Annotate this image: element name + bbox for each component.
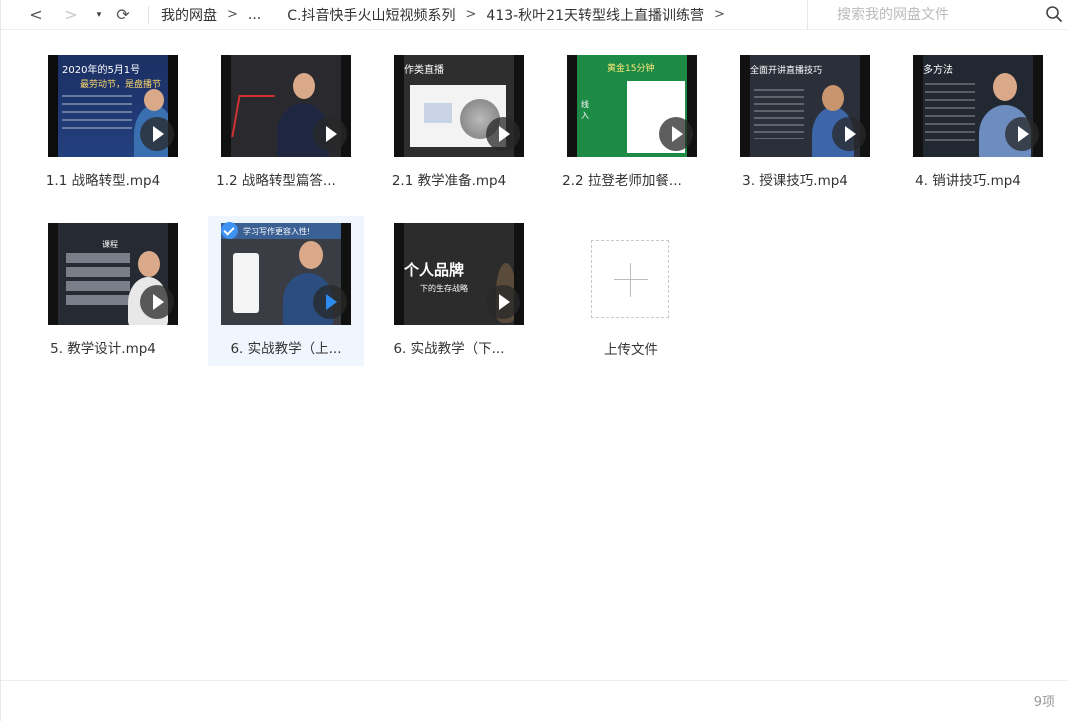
file-name: 4. 销讲技巧.mp4: [915, 173, 1021, 189]
file-name: 3. 授课技巧.mp4: [742, 173, 848, 189]
file-tile[interactable]: 全面开讲直播技巧 3. 授课技巧.mp4: [717, 38, 873, 190]
search-box: [807, 0, 1068, 30]
breadcrumb-separator[interactable]: >: [714, 7, 725, 22]
play-icon: [313, 117, 347, 151]
presenter-head: [144, 89, 164, 111]
breadcrumb-item-ellipsis[interactable]: ...: [248, 7, 261, 23]
file-name: 6. 实战教学（下...: [393, 341, 505, 357]
thumbnail-writing: [231, 95, 275, 137]
breadcrumb-item-root[interactable]: 我的网盘: [161, 5, 217, 25]
thumbnail-text: 个人品牌: [404, 261, 465, 279]
video-thumbnail: [221, 55, 351, 157]
thumbnail-text: 下的生存战略: [420, 284, 468, 293]
file-name: 1.2 战略转型篇答...: [216, 173, 336, 189]
thumbnail-lines: [925, 83, 975, 143]
file-browser-window: < > ▾ ⟳ 我的网盘 > ... C.抖音快手火山短视频系列 > 413-秋…: [0, 0, 1068, 721]
video-thumbnail: 全面开讲直播技巧: [740, 55, 870, 157]
search-input[interactable]: [835, 6, 1039, 24]
upload-button[interactable]: [591, 240, 669, 318]
toolbar-divider: [148, 5, 149, 24]
phone-screen: [233, 253, 259, 313]
file-name: 1.1 战略转型.mp4: [45, 173, 161, 189]
file-tile[interactable]: 1.2 战略转型篇答...: [198, 38, 354, 190]
breadcrumb-separator: >: [465, 7, 477, 22]
presenter-head: [822, 85, 844, 111]
file-tile[interactable]: 2020年的5月1号 最劳动节，是盘播节 1.1 战略转型.mp4: [25, 38, 181, 190]
file-tile[interactable]: 课程 5. 教学设计.mp4: [25, 206, 181, 358]
presenter-head: [293, 73, 315, 99]
video-thumbnail: 课程: [48, 223, 178, 325]
thumbnail-text: 多方法: [923, 65, 953, 76]
history-dropdown-button[interactable]: ▾: [88, 4, 110, 26]
video-thumbnail: 黄金15分钟 线 入: [567, 55, 697, 157]
thumbnail-lines: [62, 95, 132, 135]
slide-content: [424, 103, 452, 123]
video-thumbnail: 个人品牌 下的生存战略: [394, 223, 524, 325]
video-thumbnail: 作类直播: [394, 55, 524, 157]
thumbnail-text: 作类直播: [404, 65, 444, 76]
play-icon: [140, 285, 174, 319]
file-tile[interactable]: 作类直播 2.1 教学准备.mp4: [371, 38, 527, 190]
video-thumbnail: 2020年的5月1号 最劳动节，是盘播节: [48, 55, 178, 157]
thumbnail-text: 黄金15分钟: [607, 64, 655, 74]
forward-button[interactable]: >: [60, 4, 82, 26]
file-name: 5. 教学设计.mp4: [50, 341, 156, 357]
thumbnail-text: 最劳动节，是盘播节: [80, 80, 162, 90]
status-bar: 9项: [1, 680, 1068, 721]
presenter-head: [299, 241, 323, 269]
file-tile[interactable]: 个人品牌 下的生存战略 6. 实战教学（下...: [371, 206, 527, 358]
breadcrumb-item-series[interactable]: C.抖音快手火山短视频系列: [287, 5, 455, 25]
file-name: 6. 实战教学（上...: [230, 341, 342, 357]
file-tile[interactable]: 多方法 4. 销讲技巧.mp4: [890, 38, 1046, 190]
presenter-head: [993, 73, 1017, 101]
file-grid: 2020年的5月1号 最劳动节，是盘播节 1.1 战略转型.mp4 1.2 战略…: [1, 38, 1068, 678]
thumbnail-text: 学习写作更容入性!: [243, 227, 311, 236]
file-name: 2.2 拉登老师加餐...: [562, 173, 682, 189]
video-thumbnail: 多方法: [913, 55, 1043, 157]
play-icon: [486, 117, 520, 151]
upload-label[interactable]: 上传文件: [561, 338, 701, 358]
presenter-head: [138, 251, 160, 277]
breadcrumb-item-current[interactable]: 413-秋叶21天转型线上直播训练营: [486, 5, 704, 25]
item-count: 9项: [1033, 695, 1055, 710]
file-name: 2.1 教学准备.mp4: [391, 173, 507, 189]
thumbnail-text: 线 入: [581, 100, 589, 120]
breadcrumb-separator: >: [227, 7, 238, 22]
play-icon: [140, 117, 174, 151]
back-button[interactable]: <: [25, 4, 47, 26]
breadcrumb: 我的网盘 > ... C.抖音快手火山短视频系列 > 413-秋叶21天转型线上…: [161, 5, 735, 25]
search-icon[interactable]: [1045, 5, 1063, 23]
thumbnail-text: 2020年的5月1号: [62, 65, 141, 76]
play-icon: [659, 117, 693, 151]
selected-check-icon[interactable]: [221, 222, 238, 239]
file-tile[interactable]: 黄金15分钟 线 入 2.2 拉登老师加餐...: [544, 38, 700, 190]
slide-list: [66, 253, 130, 309]
thumbnail-text: 全面开讲直播技巧: [750, 66, 823, 76]
play-icon: [313, 285, 347, 319]
play-icon: [832, 117, 866, 151]
toolbar: < > ▾ ⟳ 我的网盘 > ... C.抖音快手火山短视频系列 > 413-秋…: [1, 0, 1068, 30]
video-thumbnail: 学习写作更容入性!: [221, 223, 351, 325]
refresh-button[interactable]: ⟳: [112, 4, 134, 26]
play-icon: [486, 285, 520, 319]
play-icon: [1005, 117, 1039, 151]
thumbnail-lines: [754, 89, 804, 139]
thumbnail-text: 课程: [102, 240, 118, 249]
